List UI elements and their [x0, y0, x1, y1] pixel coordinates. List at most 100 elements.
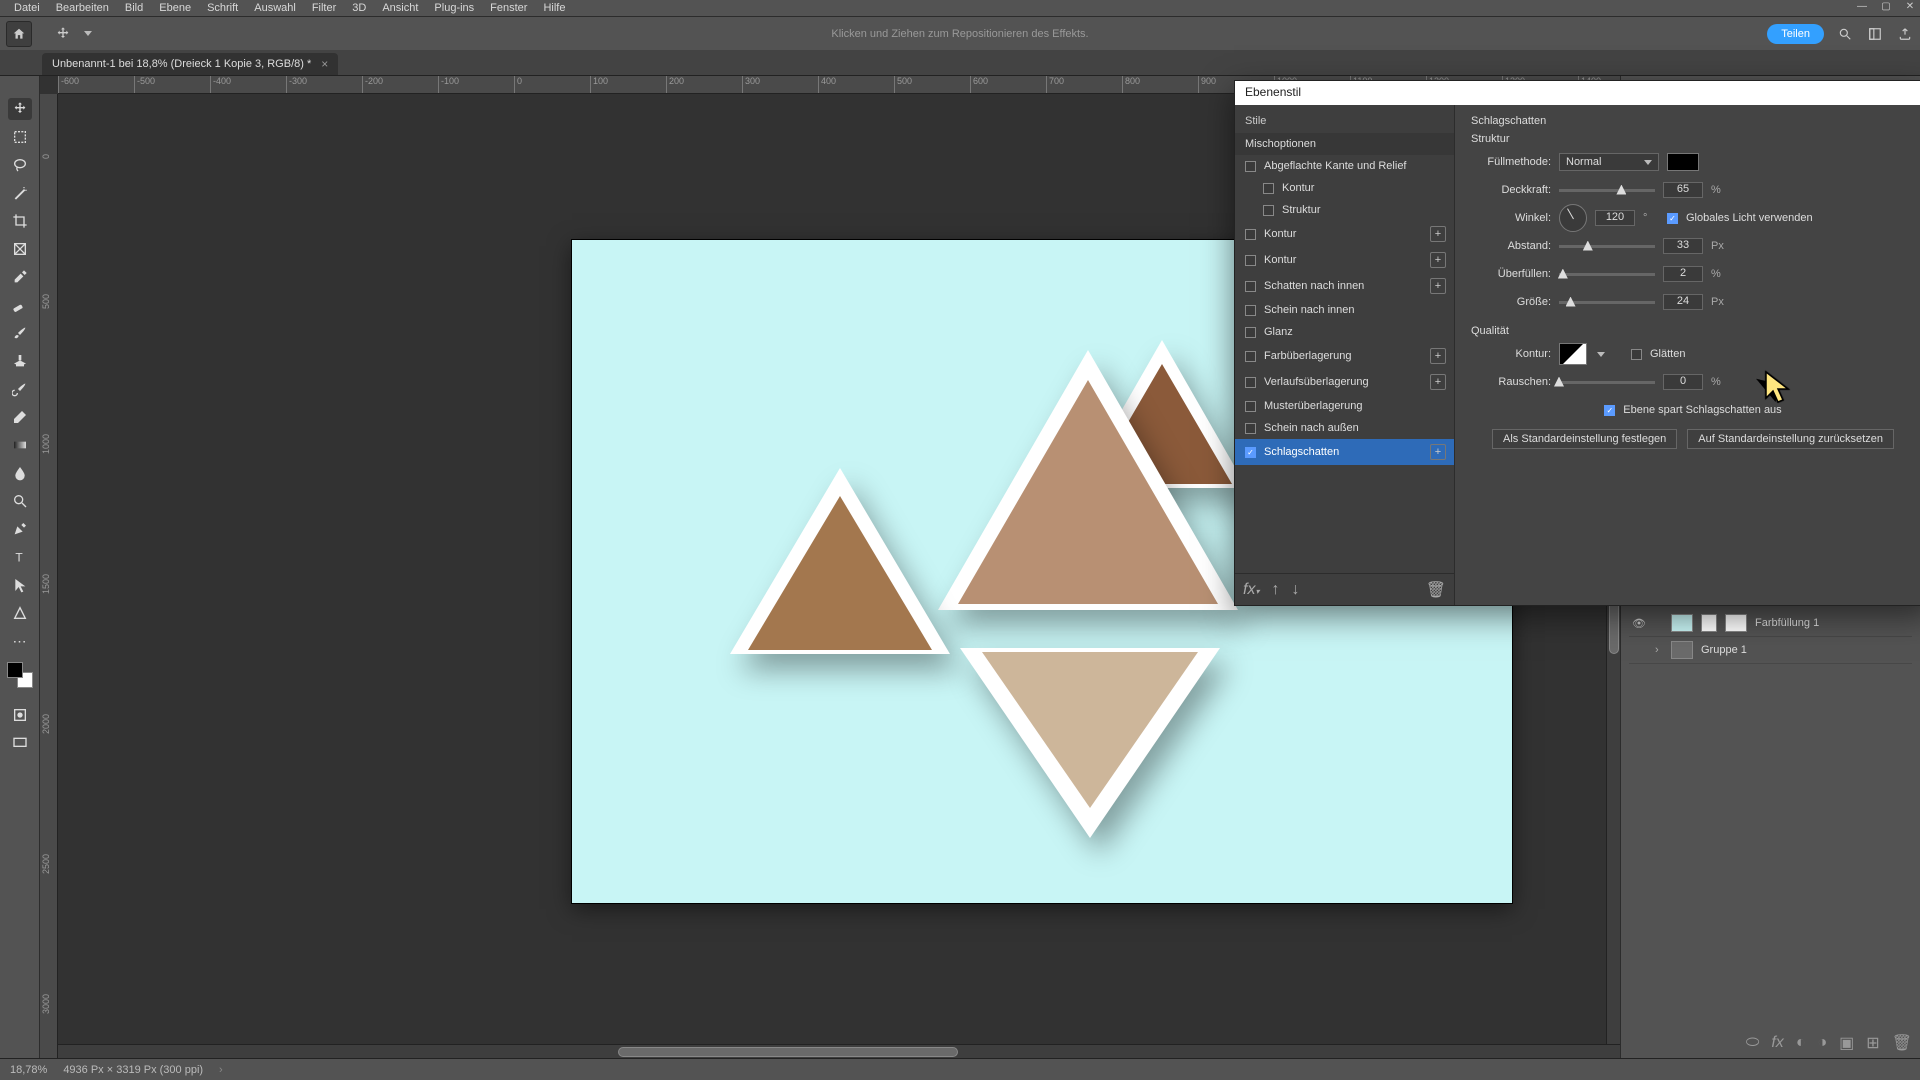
- style-checkbox[interactable]: [1245, 229, 1256, 240]
- share-button[interactable]: Teilen: [1767, 24, 1824, 44]
- link-icon[interactable]: ⬭: [1746, 1034, 1760, 1052]
- style-checkbox[interactable]: [1245, 281, 1256, 292]
- doc-info-chevron-icon[interactable]: ›: [219, 1064, 223, 1076]
- menu-bild[interactable]: Bild: [117, 2, 151, 14]
- new-layer-icon[interactable]: ⊞: [1866, 1033, 1879, 1053]
- add-effect-icon[interactable]: +: [1430, 226, 1446, 242]
- size-input[interactable]: 24: [1663, 294, 1703, 310]
- menu-ansicht[interactable]: Ansicht: [374, 2, 426, 14]
- close-tab-icon[interactable]: ×: [321, 57, 328, 71]
- spread-slider[interactable]: [1559, 273, 1655, 276]
- style-row[interactable]: Struktur: [1235, 199, 1454, 221]
- move-up-icon[interactable]: ↑: [1271, 581, 1279, 599]
- spread-input[interactable]: 2: [1663, 266, 1703, 282]
- layer-mask-thumbnail[interactable]: [1725, 614, 1747, 632]
- add-effect-icon[interactable]: +: [1430, 252, 1446, 268]
- style-checkbox[interactable]: [1245, 351, 1256, 362]
- move-tool[interactable]: [8, 98, 32, 120]
- menu-datei[interactable]: Datei: [6, 2, 48, 14]
- angle-input[interactable]: 120: [1595, 210, 1635, 226]
- reset-default-button[interactable]: Auf Standardeinstellung zurücksetzen: [1687, 429, 1894, 449]
- style-checkbox[interactable]: [1245, 327, 1256, 338]
- style-row[interactable]: Kontur+: [1235, 221, 1454, 247]
- style-row[interactable]: Musterüberlagerung: [1235, 395, 1454, 417]
- style-checkbox[interactable]: [1263, 183, 1274, 194]
- noise-input[interactable]: 0: [1663, 374, 1703, 390]
- triangle-bottom[interactable]: [960, 648, 1220, 838]
- visibility-icon[interactable]: 👁: [1631, 615, 1647, 631]
- menu-schrift[interactable]: Schrift: [199, 2, 246, 14]
- add-effect-icon[interactable]: +: [1430, 374, 1446, 390]
- layer-name[interactable]: Farbfüllung 1: [1755, 617, 1819, 629]
- document-tab[interactable]: Unbenannt-1 bei 18,8% (Dreieck 1 Kopie 3…: [42, 53, 338, 75]
- menu-hilfe[interactable]: Hilfe: [535, 2, 573, 14]
- healing-brush-tool[interactable]: [8, 294, 32, 316]
- global-light-checkbox[interactable]: ✓: [1667, 213, 1678, 224]
- folder-icon[interactable]: [1671, 641, 1693, 659]
- style-checkbox[interactable]: [1245, 161, 1256, 172]
- knockout-checkbox[interactable]: ✓: [1604, 405, 1615, 416]
- search-icon[interactable]: [1836, 25, 1854, 43]
- angle-dial[interactable]: [1559, 204, 1587, 232]
- size-slider[interactable]: [1559, 301, 1655, 304]
- marquee-tool[interactable]: [8, 126, 32, 148]
- opacity-input[interactable]: 65: [1663, 182, 1703, 198]
- layer-name[interactable]: Gruppe 1: [1701, 644, 1747, 656]
- style-row[interactable]: Kontur+: [1235, 247, 1454, 273]
- menu-fenster[interactable]: Fenster: [482, 2, 535, 14]
- window-minimize-icon[interactable]: —: [1856, 0, 1868, 12]
- adjustment-icon[interactable]: ◑: [1817, 1034, 1827, 1052]
- window-maximize-icon[interactable]: ▢: [1880, 0, 1892, 12]
- crop-tool[interactable]: [8, 210, 32, 232]
- triangle-center[interactable]: [938, 350, 1238, 610]
- blending-options-row[interactable]: Mischoptionen: [1235, 133, 1454, 155]
- lasso-tool[interactable]: [8, 154, 32, 176]
- style-row[interactable]: Farbüberlagerung+: [1235, 343, 1454, 369]
- pen-tool[interactable]: [8, 518, 32, 540]
- type-tool[interactable]: T: [8, 546, 32, 568]
- window-close-icon[interactable]: ✕: [1904, 0, 1916, 12]
- make-default-button[interactable]: Als Standardeinstellung festlegen: [1492, 429, 1677, 449]
- clone-stamp-tool[interactable]: [8, 350, 32, 372]
- document-info[interactable]: 4936 Px × 3319 Px (300 ppi): [63, 1064, 203, 1076]
- quickmask-tool[interactable]: [8, 704, 32, 726]
- style-row[interactable]: Glanz: [1235, 321, 1454, 343]
- magic-wand-tool[interactable]: [8, 182, 32, 204]
- chevron-down-icon[interactable]: [1597, 352, 1605, 357]
- add-effect-icon[interactable]: +: [1430, 278, 1446, 294]
- style-checkbox[interactable]: [1245, 423, 1256, 434]
- fx-menu-icon[interactable]: fx▾: [1243, 581, 1259, 599]
- history-brush-tool[interactable]: [8, 378, 32, 400]
- shadow-color-swatch[interactable]: [1667, 153, 1699, 171]
- contour-picker[interactable]: [1559, 343, 1587, 365]
- style-row[interactable]: Abgeflachte Kante und Relief: [1235, 155, 1454, 177]
- horizontal-scrollbar[interactable]: [58, 1044, 1620, 1058]
- menu-bearbeiten[interactable]: Bearbeiten: [48, 2, 117, 14]
- folder-new-icon[interactable]: ▣: [1839, 1033, 1854, 1053]
- gradient-tool[interactable]: [8, 434, 32, 456]
- blend-mode-dropdown[interactable]: Normal: [1559, 153, 1659, 171]
- layer-thumbnail[interactable]: [1671, 614, 1693, 632]
- trash-icon[interactable]: 🗑: [1892, 1033, 1912, 1053]
- menu-3d[interactable]: 3D: [344, 2, 374, 14]
- style-row[interactable]: Kontur: [1235, 177, 1454, 199]
- layer-mask-thumbnail[interactable]: [1701, 614, 1717, 632]
- scrollbar-thumb[interactable]: [618, 1047, 958, 1057]
- add-effect-icon[interactable]: +: [1430, 348, 1446, 364]
- expand-chevron-icon[interactable]: ›: [1655, 644, 1663, 656]
- menu-ebene[interactable]: Ebene: [151, 2, 199, 14]
- style-checkbox[interactable]: [1263, 205, 1274, 216]
- layer-row[interactable]: › Gruppe 1: [1629, 637, 1912, 664]
- shape-tool[interactable]: [8, 602, 32, 624]
- menu-auswahl[interactable]: Auswahl: [246, 2, 304, 14]
- path-select-tool[interactable]: [8, 574, 32, 596]
- style-checkbox[interactable]: [1245, 305, 1256, 316]
- screenmode-tool[interactable]: [8, 732, 32, 754]
- export-icon[interactable]: [1896, 25, 1914, 43]
- dodge-tool[interactable]: [8, 490, 32, 512]
- chevron-down-icon[interactable]: [84, 31, 92, 36]
- brush-tool[interactable]: [8, 322, 32, 344]
- menu-filter[interactable]: Filter: [304, 2, 344, 14]
- workspace-icon[interactable]: [1866, 25, 1884, 43]
- blur-tool[interactable]: [8, 462, 32, 484]
